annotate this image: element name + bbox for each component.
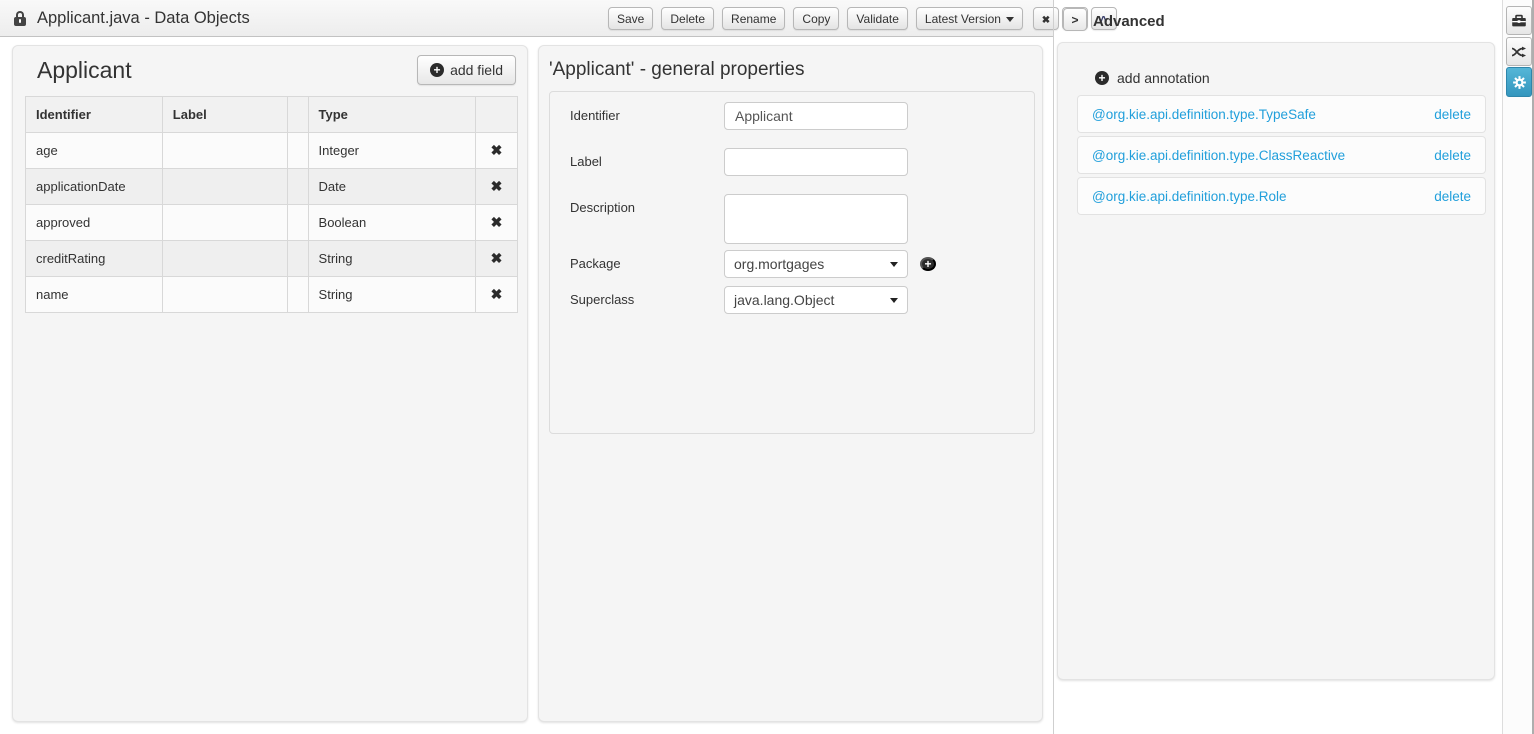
general-properties-form: Identifier Label Description Package org…	[549, 91, 1035, 434]
data-object-fields-panel: Applicant add field Identifier Label Typ…	[12, 45, 528, 722]
caret-down-icon	[890, 262, 898, 271]
annotations-panel: add annotation @org.kie.api.definition.t…	[1057, 42, 1495, 680]
cell-type[interactable]: Integer	[308, 133, 475, 169]
cell-type[interactable]: String	[308, 277, 475, 313]
identifier-label: Identifier	[570, 108, 620, 123]
column-header-spacer	[287, 97, 308, 133]
package-label: Package	[570, 256, 621, 271]
label-label: Label	[570, 154, 602, 169]
close-button[interactable]	[1033, 7, 1059, 30]
cell-label[interactable]	[162, 205, 287, 241]
rename-button[interactable]: Rename	[722, 7, 785, 30]
table-row-creditRating[interactable]: creditRating String	[26, 241, 518, 277]
delete-button[interactable]: Delete	[661, 7, 714, 30]
cell-spacer	[287, 133, 308, 169]
table-row-age[interactable]: age Integer	[26, 133, 518, 169]
latest-version-dropdown[interactable]: Latest Version	[916, 7, 1023, 30]
chevron-right-icon	[1071, 14, 1078, 26]
cell-label[interactable]	[162, 277, 287, 313]
delete-field-icon[interactable]	[491, 143, 503, 157]
add-annotation-button[interactable]: add annotation	[1089, 69, 1216, 87]
delete-annotation-link[interactable]: delete	[1434, 107, 1471, 122]
column-header-label: Label	[162, 97, 287, 133]
superclass-select-value: java.lang.Object	[734, 292, 834, 308]
superclass-label: Superclass	[570, 292, 634, 307]
fields-panel-header: Applicant add field	[13, 46, 527, 85]
delete-annotation-link[interactable]: delete	[1434, 189, 1471, 204]
advanced-title: Advanced	[1093, 13, 1165, 30]
annotation-role-link[interactable]: @org.kie.api.definition.type.Role	[1092, 189, 1287, 204]
cell-spacer	[287, 169, 308, 205]
add-annotation-label: add annotation	[1117, 70, 1210, 86]
add-field-label: add field	[450, 62, 503, 78]
column-header-actions	[475, 97, 517, 133]
toolbar-actions: Save Delete Rename Copy Validate Latest …	[608, 7, 1117, 30]
latest-version-label: Latest Version	[925, 12, 1001, 26]
add-field-button[interactable]: add field	[417, 55, 516, 85]
page-title: Applicant.java - Data Objects	[37, 9, 250, 28]
validate-button[interactable]: Validate	[847, 7, 907, 30]
fields-table: Identifier Label Type age Integer applic…	[25, 96, 518, 313]
gear-icon	[1512, 75, 1527, 90]
delete-field-icon[interactable]	[491, 287, 503, 301]
table-row-name[interactable]: name String	[26, 277, 518, 313]
package-select-value: org.mortgages	[734, 256, 824, 272]
caret-down-icon	[890, 298, 898, 307]
shuffle-button[interactable]	[1506, 37, 1532, 66]
cell-spacer	[287, 205, 308, 241]
identifier-input[interactable]	[724, 102, 908, 130]
cell-identifier[interactable]: age	[26, 133, 163, 169]
delete-field-icon[interactable]	[491, 251, 503, 265]
perspective-button[interactable]	[1506, 6, 1532, 35]
annotation-row: @org.kie.api.definition.type.ClassReacti…	[1077, 136, 1486, 174]
data-objects-editor: Applicant.java - Data Objects Save Delet…	[0, 0, 1534, 734]
cell-label[interactable]	[162, 169, 287, 205]
cell-type[interactable]: Date	[308, 169, 475, 205]
plus-circle-icon	[430, 63, 444, 77]
description-label: Description	[570, 200, 635, 215]
column-header-type: Type	[308, 97, 475, 133]
cell-type[interactable]: Boolean	[308, 205, 475, 241]
cell-type[interactable]: String	[308, 241, 475, 277]
label-input[interactable]	[724, 148, 908, 176]
annotation-row: @org.kie.api.definition.type.Role delete	[1077, 177, 1486, 215]
data-object-name-title: Applicant	[37, 57, 132, 84]
cell-identifier[interactable]: approved	[26, 205, 163, 241]
description-textarea[interactable]	[724, 194, 908, 244]
side-toolbar	[1502, 0, 1534, 734]
advanced-expand-button[interactable]	[1063, 8, 1087, 31]
cell-label[interactable]	[162, 133, 287, 169]
save-button[interactable]: Save	[608, 7, 653, 30]
superclass-select[interactable]: java.lang.Object	[724, 286, 908, 314]
table-row-approved[interactable]: approved Boolean	[26, 205, 518, 241]
briefcase-icon	[1511, 13, 1527, 29]
caret-down-icon	[1006, 17, 1014, 26]
general-properties-title: 'Applicant' - general properties	[539, 46, 1042, 81]
cell-label[interactable]	[162, 241, 287, 277]
settings-button[interactable]	[1506, 67, 1532, 97]
delete-field-icon[interactable]	[491, 179, 503, 193]
close-icon	[1042, 12, 1050, 26]
copy-button[interactable]: Copy	[793, 7, 839, 30]
annotation-row: @org.kie.api.definition.type.TypeSafe de…	[1077, 95, 1486, 133]
table-row-applicationDate[interactable]: applicationDate Date	[26, 169, 518, 205]
cell-spacer	[287, 277, 308, 313]
cell-identifier[interactable]: creditRating	[26, 241, 163, 277]
column-header-identifier: Identifier	[26, 97, 163, 133]
lock-icon	[14, 17, 26, 26]
cell-identifier[interactable]: name	[26, 277, 163, 313]
package-select[interactable]: org.mortgages	[724, 250, 908, 278]
delete-annotation-link[interactable]: delete	[1434, 148, 1471, 163]
delete-field-icon[interactable]	[491, 215, 503, 229]
cell-identifier[interactable]: applicationDate	[26, 169, 163, 205]
annotation-typesafe-link[interactable]: @org.kie.api.definition.type.TypeSafe	[1092, 107, 1316, 122]
add-package-button[interactable]	[920, 257, 936, 271]
annotation-classreactive-link[interactable]: @org.kie.api.definition.type.ClassReacti…	[1092, 148, 1345, 163]
shuffle-icon	[1511, 44, 1527, 60]
general-properties-panel: 'Applicant' - general properties Identif…	[538, 45, 1043, 722]
fields-table-header-row: Identifier Label Type	[26, 97, 518, 133]
plus-circle-icon	[1095, 71, 1109, 85]
cell-spacer	[287, 241, 308, 277]
vertical-divider	[1053, 0, 1054, 734]
